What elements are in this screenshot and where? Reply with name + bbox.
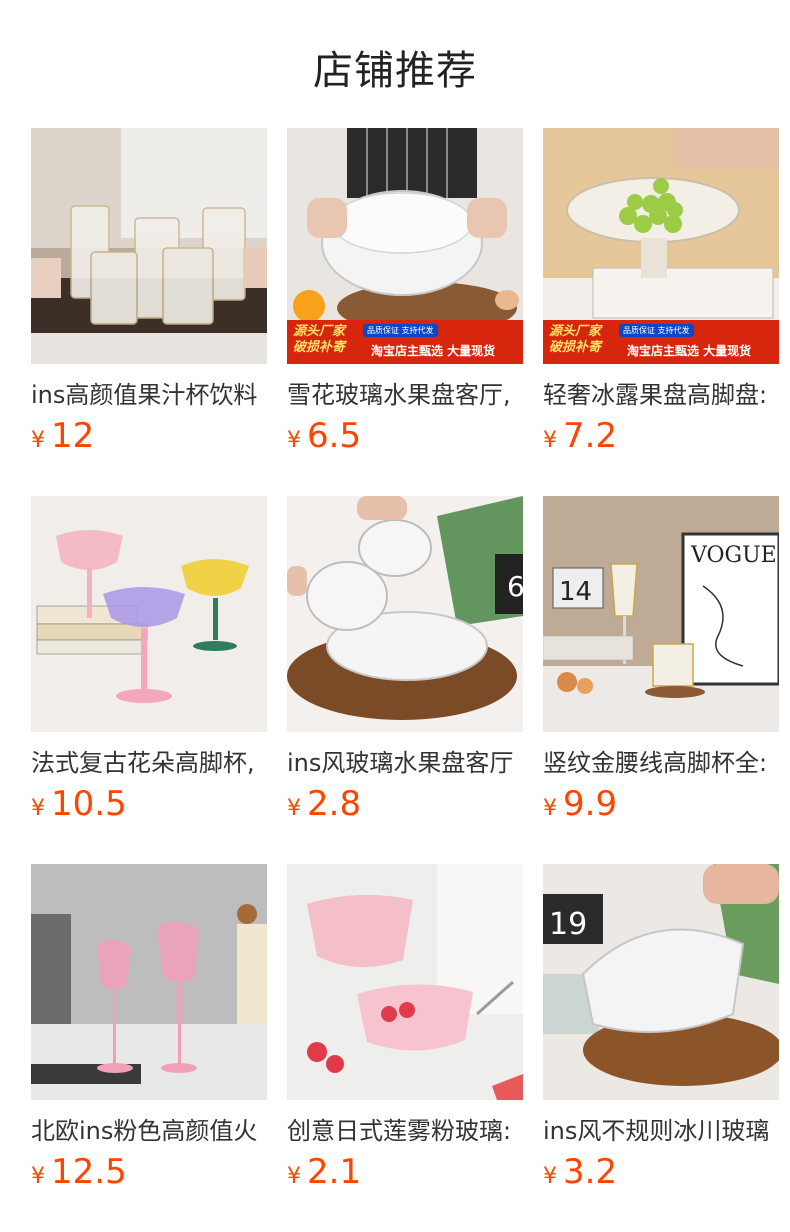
promo-banner-right: 淘宝店主甄选 大量现货 [371, 344, 496, 358]
product-name[interactable]: ins风玻璃水果盘客厅 [287, 748, 523, 778]
product-image[interactable] [31, 496, 267, 732]
product-image[interactable]: VOGUE 14 [543, 496, 779, 732]
product-price: ¥6.5 [287, 416, 362, 456]
product-card[interactable]: VOGUE 14 竖纹金腰线高脚杯全: ¥9.9 [543, 496, 779, 864]
product-price: ¥7.2 [543, 416, 618, 456]
product-card[interactable]: 源头厂家 破损补寄 品质保证 支持代发 淘宝店主甄选 大量现货 雪花玻璃水果盘客… [287, 128, 523, 496]
product-name[interactable]: ins高颜值果汁杯饮料 [31, 380, 267, 410]
product-card[interactable]: ins高颜值果汁杯饮料 ¥12 [31, 128, 267, 496]
product-name[interactable]: 轻奢冰露果盘高脚盘: [543, 380, 779, 410]
product-image[interactable] [31, 128, 267, 364]
product-name[interactable]: ins风不规则冰川玻璃 [543, 1116, 779, 1146]
product-price: ¥12.5 [31, 1152, 127, 1192]
promo-banner-right: 淘宝店主甄选 大量现货 [627, 344, 752, 358]
promo-banner-left: 源头厂家 破损补寄 [549, 324, 602, 355]
product-name[interactable]: 雪花玻璃水果盘客厅, [287, 380, 523, 410]
product-grid: ins高颜值果汁杯饮料 ¥12 源头厂家 破损补寄 品质保证 支持代发 淘宝店主… [31, 128, 779, 1232]
product-price: ¥2.8 [287, 784, 362, 824]
product-card[interactable]: 北欧ins粉色高颜值火 ¥12.5 [31, 864, 267, 1232]
promo-banner-left: 源头厂家 破损补寄 [293, 324, 346, 355]
product-image[interactable]: 6 [287, 496, 523, 732]
product-image[interactable]: 源头厂家 破损补寄 品质保证 支持代发 淘宝店主甄选 大量现货 [287, 128, 523, 364]
product-card[interactable]: 6 ins风玻璃水果盘客厅 ¥2.8 [287, 496, 523, 864]
product-image[interactable]: 19 [543, 864, 779, 1100]
page-title: 店铺推荐 [313, 48, 477, 94]
product-price: ¥10.5 [31, 784, 127, 824]
product-card[interactable]: 法式复古花朵高脚杯, ¥10.5 [31, 496, 267, 864]
product-name[interactable]: 竖纹金腰线高脚杯全: [543, 748, 779, 778]
svg-text:19: 19 [549, 907, 587, 942]
promo-banner-badge: 品质保证 支持代发 [363, 324, 438, 337]
product-price: ¥12 [31, 416, 95, 456]
product-price: ¥2.1 [287, 1152, 362, 1192]
product-price: ¥3.2 [543, 1152, 618, 1192]
product-image[interactable] [287, 864, 523, 1100]
product-price: ¥9.9 [543, 784, 618, 824]
svg-text:VOGUE: VOGUE [690, 543, 777, 568]
product-name[interactable]: 北欧ins粉色高颜值火 [31, 1116, 267, 1146]
product-image[interactable]: 源头厂家 破损补寄 品质保证 支持代发 淘宝店主甄选 大量现货 [543, 128, 779, 364]
product-card[interactable]: 源头厂家 破损补寄 品质保证 支持代发 淘宝店主甄选 大量现货 轻奢冰露果盘高脚… [543, 128, 779, 496]
product-image[interactable] [31, 864, 267, 1100]
product-card[interactable]: 19 ins风不规则冰川玻璃 ¥3.2 [543, 864, 779, 1232]
product-name[interactable]: 法式复古花朵高脚杯, [31, 748, 267, 778]
svg-text:14: 14 [559, 577, 592, 607]
promo-banner-badge: 品质保证 支持代发 [619, 324, 694, 337]
product-name[interactable]: 创意日式莲雾粉玻璃: [287, 1116, 523, 1146]
svg-text:6: 6 [507, 570, 523, 603]
promo-banner: 源头厂家 破损补寄 品质保证 支持代发 淘宝店主甄选 大量现货 [287, 320, 523, 364]
product-card[interactable]: 创意日式莲雾粉玻璃: ¥2.1 [287, 864, 523, 1232]
promo-banner: 源头厂家 破损补寄 品质保证 支持代发 淘宝店主甄选 大量现货 [543, 320, 779, 364]
